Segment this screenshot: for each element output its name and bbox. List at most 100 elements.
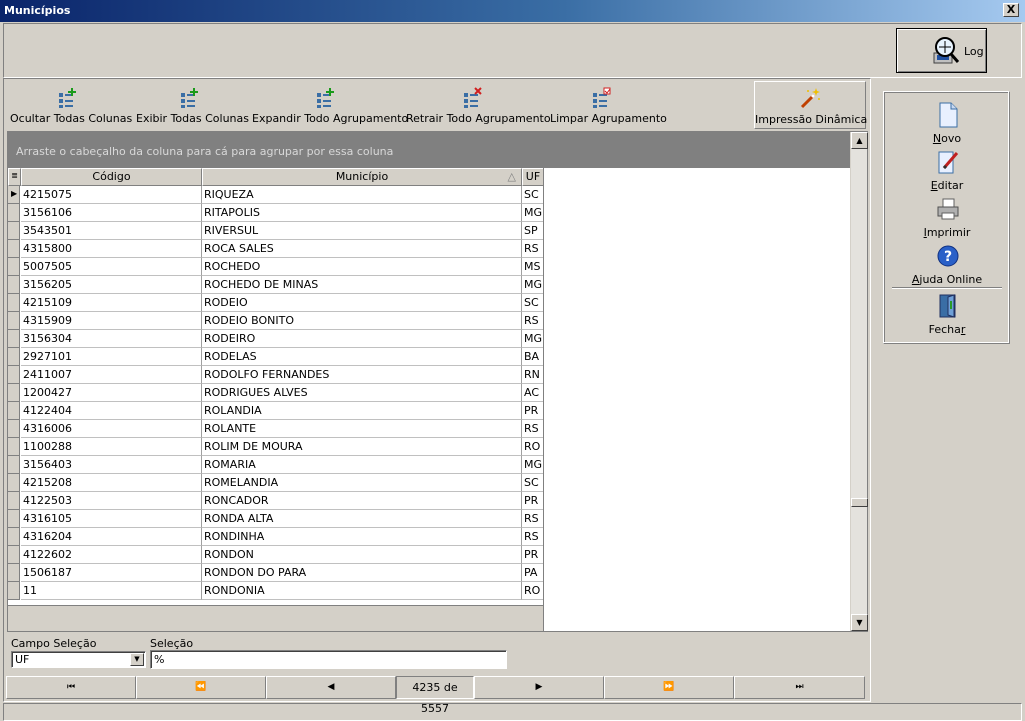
row-indicator[interactable] <box>8 492 20 510</box>
table-row[interactable]: 4316006 ROLANTE RS <box>8 420 543 438</box>
cell-uf[interactable]: PR <box>522 402 543 420</box>
cell-codigo[interactable]: 3156304 <box>21 330 202 348</box>
cell-municipio[interactable]: RONDINHA <box>202 528 522 546</box>
cell-municipio[interactable]: RODEIO BONITO <box>202 312 522 330</box>
cell-codigo[interactable]: 4215075 <box>21 186 202 204</box>
table-row[interactable]: 1200427 RODRIGUES ALVES AC <box>8 384 543 402</box>
cell-codigo[interactable]: 3156403 <box>21 456 202 474</box>
hide-all-columns-button[interactable]: Ocultar Todas Colunas <box>10 81 132 129</box>
row-indicator[interactable] <box>8 528 20 546</box>
row-indicator[interactable] <box>8 546 20 564</box>
close-button[interactable]: X <box>1003 3 1019 17</box>
cell-uf[interactable]: RN <box>522 366 543 384</box>
cell-uf[interactable]: MG <box>522 276 543 294</box>
next-page-button[interactable]: ⏩ <box>604 676 734 699</box>
cell-municipio[interactable]: RIQUEZA <box>202 186 522 204</box>
table-row[interactable]: 3156205 ROCHEDO DE MINAS MG <box>8 276 543 294</box>
cell-codigo[interactable]: 3543501 <box>21 222 202 240</box>
row-indicator[interactable] <box>8 294 20 312</box>
novo-button[interactable]: Novo <box>892 100 1002 146</box>
row-indicator[interactable] <box>8 276 20 294</box>
table-row[interactable]: ▶ 4215075 RIQUEZA SC <box>8 186 543 204</box>
row-indicator[interactable]: ▶ <box>8 186 20 204</box>
cell-municipio[interactable]: ROLANTE <box>202 420 522 438</box>
cell-codigo[interactable]: 4122404 <box>21 402 202 420</box>
imprimir-button[interactable]: Imprimir <box>892 194 1002 240</box>
row-indicator[interactable] <box>8 474 20 492</box>
cell-codigo[interactable]: 4315800 <box>21 240 202 258</box>
cell-municipio[interactable]: RONDON DO PARA <box>202 564 522 582</box>
ajuda-online-button[interactable]: ? Ajuda Online <box>892 241 1002 287</box>
cell-codigo[interactable]: 5007505 <box>21 258 202 276</box>
table-row[interactable]: 4215208 ROMELANDIA SC <box>8 474 543 492</box>
table-row[interactable]: 4316105 RONDA ALTA RS <box>8 510 543 528</box>
table-row[interactable]: 2927101 RODELAS BA <box>8 348 543 366</box>
row-indicator[interactable] <box>8 312 20 330</box>
row-indicator[interactable] <box>8 330 20 348</box>
table-row[interactable]: 4122503 RONCADOR PR <box>8 492 543 510</box>
row-indicator[interactable] <box>8 384 20 402</box>
clear-grouping-button[interactable]: Limpar Agrupamento <box>550 81 667 129</box>
cell-codigo[interactable]: 4122602 <box>21 546 202 564</box>
table-row[interactable]: 1100288 ROLIM DE MOURA RO <box>8 438 543 456</box>
cell-uf[interactable]: PA <box>522 564 543 582</box>
chevron-down-icon[interactable]: ▼ <box>130 653 144 666</box>
group-by-area[interactable]: Arraste o cabeçalho da coluna para cá pa… <box>8 132 850 168</box>
collapse-all-groups-button[interactable]: Retrair Todo Agrupamento <box>406 81 551 129</box>
cell-uf[interactable]: MG <box>522 456 543 474</box>
row-indicator[interactable] <box>8 510 20 528</box>
cell-codigo[interactable]: 4122503 <box>21 492 202 510</box>
cell-municipio[interactable]: RONDONIA <box>202 582 522 600</box>
table-row[interactable]: 5007505 ROCHEDO MS <box>8 258 543 276</box>
table-row[interactable]: 4122602 RONDON PR <box>8 546 543 564</box>
fechar-button[interactable]: Fechar <box>892 291 1002 337</box>
cell-codigo[interactable]: 1100288 <box>21 438 202 456</box>
row-indicator[interactable] <box>8 348 20 366</box>
cell-codigo[interactable]: 4316204 <box>21 528 202 546</box>
table-row[interactable]: 11 RONDONIA RO <box>8 582 543 600</box>
cell-municipio[interactable]: RIVERSUL <box>202 222 522 240</box>
table-row[interactable]: 4122404 ROLANDIA PR <box>8 402 543 420</box>
row-indicator[interactable] <box>8 564 20 582</box>
first-record-button[interactable]: ⏮ <box>6 676 136 699</box>
row-indicator[interactable] <box>8 258 20 276</box>
column-chooser-icon[interactable]: ≣ <box>8 168 21 186</box>
cell-codigo[interactable]: 4316006 <box>21 420 202 438</box>
cell-uf[interactable]: MS <box>522 258 543 276</box>
cell-codigo[interactable]: 4315909 <box>21 312 202 330</box>
cell-municipio[interactable]: RONCADOR <box>202 492 522 510</box>
cell-uf[interactable]: RS <box>522 312 543 330</box>
cell-uf[interactable]: SC <box>522 294 543 312</box>
cell-municipio[interactable]: RODELAS <box>202 348 522 366</box>
table-row[interactable]: 2411007 RODOLFO FERNANDES RN <box>8 366 543 384</box>
last-record-button[interactable]: ⏭ <box>734 676 865 699</box>
row-indicator[interactable] <box>8 240 20 258</box>
cell-municipio[interactable]: ROCHEDO DE MINAS <box>202 276 522 294</box>
cell-municipio[interactable]: ROMARIA <box>202 456 522 474</box>
cell-uf[interactable]: RO <box>522 438 543 456</box>
campo-selecao-combo[interactable]: UF ▼ <box>11 651 146 668</box>
cell-codigo[interactable]: 3156205 <box>21 276 202 294</box>
cell-uf[interactable]: RS <box>522 420 543 438</box>
row-indicator[interactable] <box>8 582 20 600</box>
cell-codigo[interactable]: 1506187 <box>21 564 202 582</box>
column-header-uf[interactable]: UF <box>522 168 543 186</box>
selecao-input[interactable]: % <box>150 650 507 669</box>
cell-municipio[interactable]: ROCHEDO <box>202 258 522 276</box>
cell-uf[interactable]: RO <box>522 582 543 600</box>
show-all-columns-button[interactable]: Exibir Todas Colunas <box>136 81 249 129</box>
cell-uf[interactable]: PR <box>522 492 543 510</box>
cell-uf[interactable]: SC <box>522 474 543 492</box>
next-record-button[interactable]: ▶ <box>474 676 604 699</box>
table-row[interactable]: 4215109 RODEIO SC <box>8 294 543 312</box>
cell-uf[interactable]: SP <box>522 222 543 240</box>
cell-municipio[interactable]: RODEIRO <box>202 330 522 348</box>
cell-uf[interactable]: SC <box>522 186 543 204</box>
cell-municipio[interactable]: ROLANDIA <box>202 402 522 420</box>
row-indicator[interactable] <box>8 222 20 240</box>
row-indicator[interactable] <box>8 456 20 474</box>
row-indicator[interactable] <box>8 420 20 438</box>
scroll-up-button[interactable]: ▲ <box>851 132 868 149</box>
column-header-municipio[interactable]: Município △ <box>202 168 522 186</box>
cell-codigo[interactable]: 1200427 <box>21 384 202 402</box>
